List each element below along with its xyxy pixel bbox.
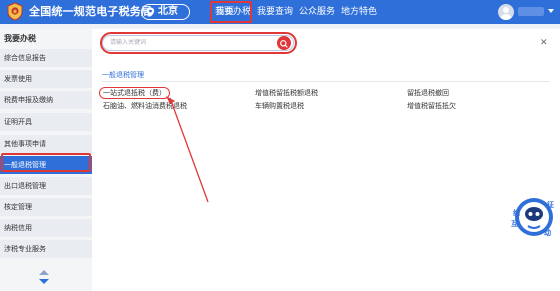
- link-highlight: [99, 87, 170, 99]
- avatar-head: [503, 7, 509, 13]
- nav-public-services[interactable]: 公众服务: [299, 6, 335, 18]
- nav-query[interactable]: 我要查询: [257, 6, 293, 18]
- sidebar-item-invoice[interactable]: 发票使用: [0, 70, 92, 88]
- top-bar: 全国统一规范电子税务局 北京 首页 我要办税 我要查询 公众服务 地方特色: [0, 0, 560, 24]
- close-icon[interactable]: ✕: [540, 39, 548, 48]
- assistant-char-2: 征: [546, 200, 554, 209]
- nav-active-highlight: [210, 1, 252, 23]
- link-vehicle-tax-refund[interactable]: 车辆购置税退税: [255, 102, 304, 111]
- chevron-down-icon[interactable]: [548, 9, 554, 13]
- assistant-char-4: 动: [544, 228, 551, 237]
- sidebar-title: 我要办税: [4, 34, 36, 43]
- search-button[interactable]: [277, 36, 291, 50]
- sidebar-item-other-application[interactable]: 其他事项申请: [0, 135, 92, 153]
- app-title: 全国统一规范电子税务局: [29, 5, 153, 18]
- region-selector[interactable]: 北京: [141, 4, 190, 20]
- link-vat-credit-refund[interactable]: 增值税留抵税额退税: [255, 89, 318, 98]
- link-credit-refund-withdraw[interactable]: 留抵退税撤回: [407, 89, 449, 98]
- nav-local-features[interactable]: 地方特色: [341, 6, 377, 18]
- scroll-arrows-icon[interactable]: [37, 269, 51, 285]
- annotation-arrow: [166, 96, 209, 203]
- search-icon: [280, 40, 288, 48]
- avatar-body: [500, 14, 512, 20]
- region-label: 北京: [158, 6, 178, 17]
- sidebar-active-highlight: [1, 153, 91, 172]
- link-vat-credit-offset[interactable]: 增值税留抵抵欠: [407, 102, 456, 111]
- sidebar-item-tax-credit[interactable]: 纳税信用: [0, 219, 92, 237]
- section-title: 一般退税管理: [102, 71, 144, 79]
- search-highlight: [100, 32, 297, 54]
- sidebar-item-declaration[interactable]: 税费申报及缴纳: [0, 91, 92, 109]
- sidebar-item-certificate[interactable]: 证明开具: [0, 113, 92, 131]
- section-divider: [102, 81, 550, 82]
- main-panel: 请输入关键词 ✕ 一般退税管理 一站式退抵税（费） 增值税留抵税额退税 留抵退税…: [92, 29, 560, 291]
- assistant-char-3: 互: [511, 220, 518, 228]
- user-name-masked[interactable]: [518, 7, 544, 16]
- assistant-bot-icon[interactable]: 纳 征 互 动: [508, 193, 556, 241]
- sidebar-item-export-refund[interactable]: 出口退税管理: [0, 177, 92, 195]
- user-avatar[interactable]: [498, 4, 514, 20]
- sidebar-item-assessment[interactable]: 核定管理: [0, 198, 92, 216]
- assistant-char-1: 纳: [513, 208, 520, 217]
- sidebar-item-info-report[interactable]: 综合信息报告: [0, 49, 92, 67]
- location-pin-icon: [146, 7, 155, 17]
- sidebar-item-professional-service[interactable]: 涉税专业服务: [0, 240, 92, 258]
- tax-emblem-icon: [7, 2, 23, 21]
